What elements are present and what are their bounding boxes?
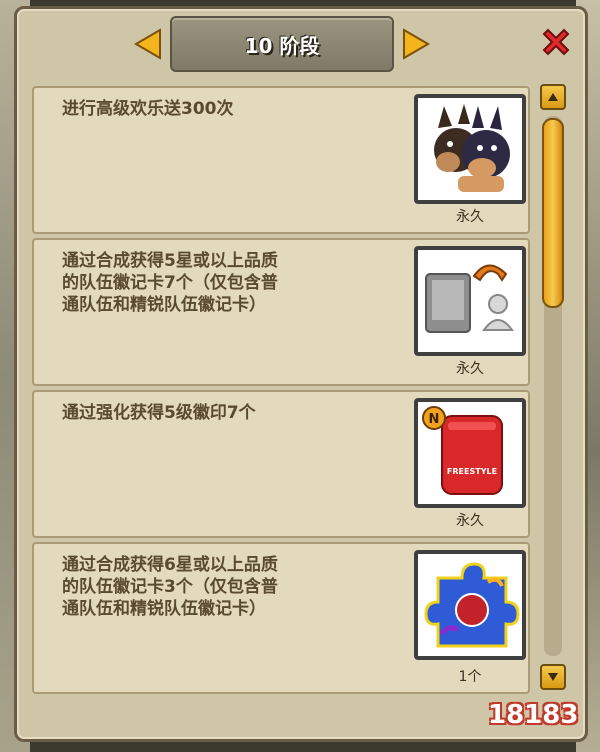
scroll-up-button[interactable] <box>540 84 566 110</box>
arrow-up-icon <box>548 93 558 101</box>
task-row: 进行高级欢乐送300次 永久 <box>32 86 530 234</box>
reward-duration: 永久 <box>456 361 484 377</box>
task-description: 进行高级欢乐送300次 <box>62 99 234 119</box>
task-description: 通过合成获得6星或以上品质 的队伍徽记卡3个（仅包含普 通队伍和精锐队伍徽记卡） <box>62 555 278 619</box>
scroll-down-button[interactable] <box>540 664 566 690</box>
task-row: 通过强化获得5级徽印7个 N FREESTYLE 永久 <box>32 390 530 538</box>
reward-badge-text: N <box>429 412 440 427</box>
prev-stage-arrow-icon[interactable] <box>130 26 166 62</box>
scroll-thumb[interactable] <box>542 118 564 308</box>
reward-quantity: 1个 <box>458 669 482 685</box>
twin-dog-head-icon <box>434 104 510 192</box>
stage-title: 10 阶段 <box>170 16 394 72</box>
card-to-avatar-icon <box>425 264 514 333</box>
scrollbar[interactable] <box>538 84 568 696</box>
arrow-down-icon <box>548 673 558 681</box>
next-stage-arrow-icon[interactable] <box>398 26 434 62</box>
task-description: 通过强化获得5级徽印7个 <box>62 403 256 423</box>
site-watermark: 18183 <box>488 700 579 730</box>
reward-duration: 永久 <box>456 209 484 225</box>
red-backpack-icon: N FREESTYLE <box>422 406 503 495</box>
reward-duration: 永久 <box>456 513 484 529</box>
task-row: 通过合成获得6星或以上品质 的队伍徽记卡3个（仅包含普 通队伍和精锐队伍徽记卡）… <box>32 542 530 694</box>
close-icon[interactable] <box>536 22 576 62</box>
puzzle-piece-icon <box>424 562 520 648</box>
reward-slot[interactable]: N FREESTYLE <box>414 398 526 508</box>
task-description: 通过合成获得5星或以上品质 的队伍徽记卡7个（仅包含普 通队伍和精锐队伍徽记卡） <box>62 251 278 315</box>
reward-slot[interactable] <box>414 94 526 204</box>
task-list: 进行高级欢乐送300次 永久 通过合成获得5星或以上品质 的队伍徽记卡7个（仅包… <box>32 86 532 696</box>
task-row: 通过合成获得5星或以上品质 的队伍徽记卡7个（仅包含普 通队伍和精锐队伍徽记卡）… <box>32 238 530 386</box>
reward-slot[interactable] <box>414 550 526 660</box>
reward-slot[interactable] <box>414 246 526 356</box>
reward-item-text: FREESTYLE <box>447 467 497 476</box>
